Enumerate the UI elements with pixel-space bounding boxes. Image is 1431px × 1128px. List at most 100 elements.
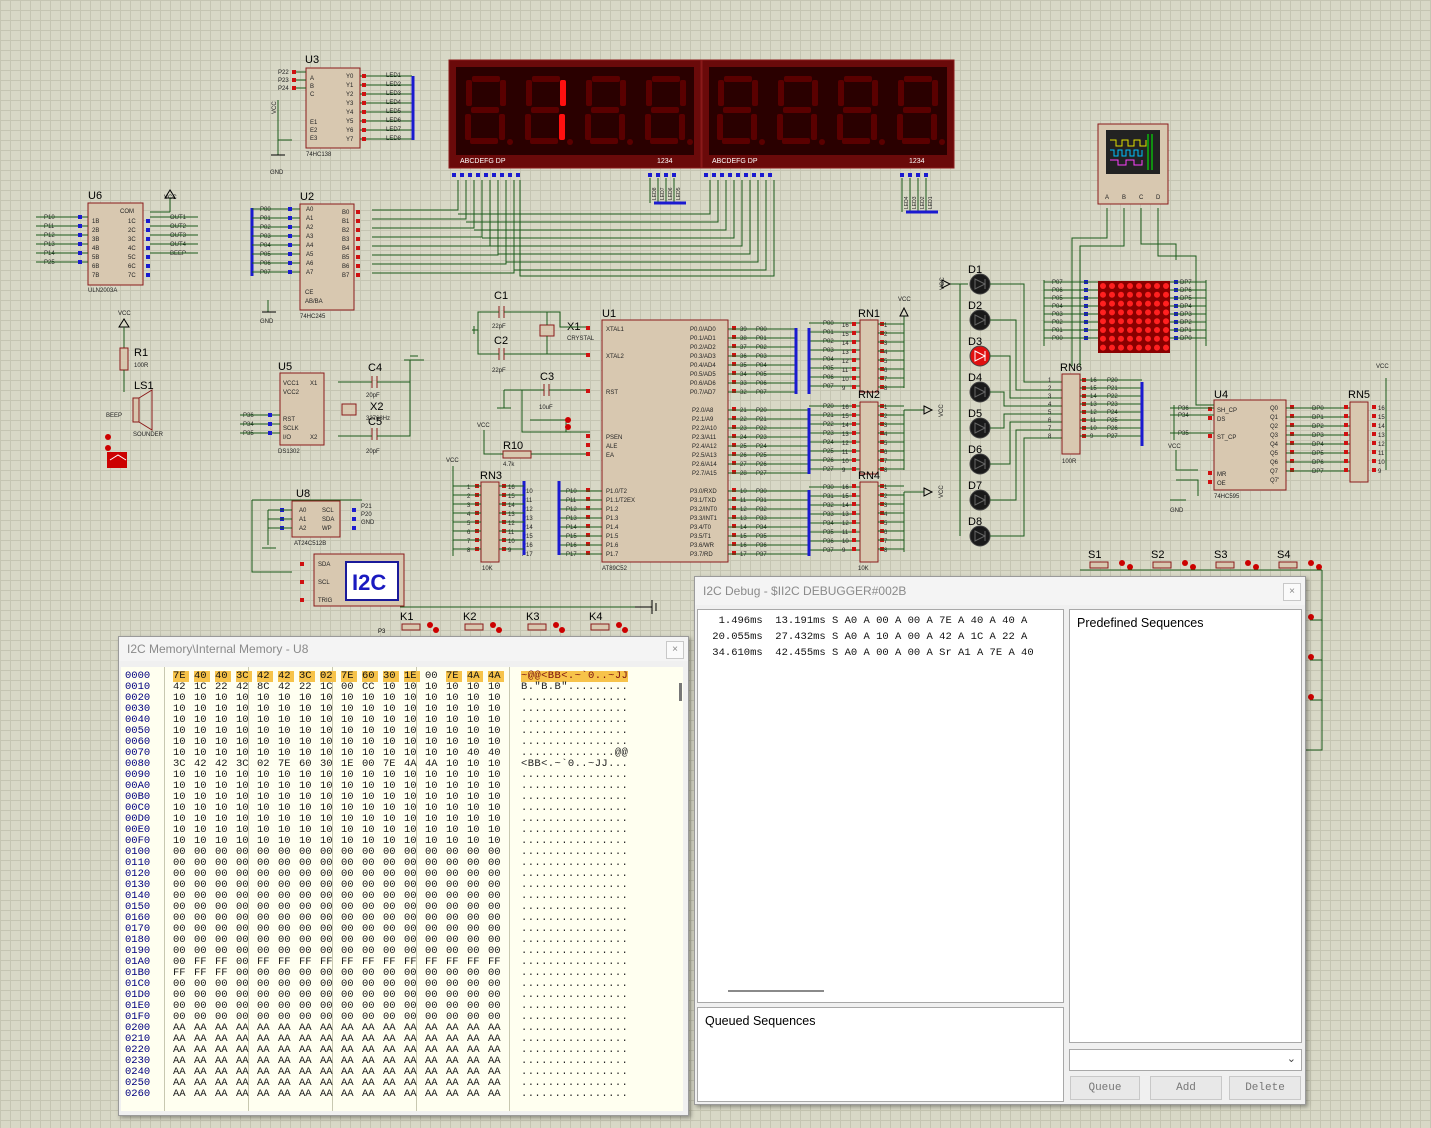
memory-byte[interactable]: AA — [173, 1089, 189, 1100]
switch-k4[interactable]: K4 — [589, 611, 628, 633]
switch-s4[interactable]: S4 — [1277, 549, 1322, 570]
matrix-led — [1118, 300, 1124, 307]
i2c-debug-window[interactable]: I2C Debug - $II2C DEBUGGER#002B × 1.496m… — [694, 576, 1306, 1105]
memory-byte[interactable]: AA — [383, 1089, 399, 1100]
x1-crystal[interactable]: X1 CRYSTAL — [539, 321, 595, 342]
led-d7[interactable]: D7 — [968, 480, 991, 511]
memory-byte[interactable]: AA — [257, 1089, 273, 1100]
memory-byte[interactable]: AA — [320, 1089, 336, 1100]
u4-chip[interactable]: U4 74HC595 SH_CP DS ST_CP MR OE P36P34 P35 Q0 DP… — [1168, 274, 1350, 514]
c1-capacitor[interactable]: C1 22pF — [492, 290, 508, 330]
pin-marker — [492, 173, 496, 177]
led-d2[interactable]: D2 — [968, 300, 991, 331]
memory-byte[interactable]: AA — [299, 1089, 315, 1100]
c4-value: 20pF — [366, 393, 380, 399]
transaction-log-entry[interactable]: 20.055ms 27.432ms S A0 A 10 A 00 A 42 A … — [706, 631, 1027, 643]
rn4-net: P30 — [823, 485, 834, 491]
i2c-memory-window[interactable]: I2C Memory\Internal Memory - U8 × 0000 7E… — [118, 636, 689, 1116]
c3-capacitor[interactable]: C3 10uF — [497, 371, 590, 433]
switch-s2[interactable]: S2 — [1151, 549, 1196, 570]
transaction-log-entry[interactable]: 34.610ms 42.455ms S A0 A 00 A 00 A Sr A1… — [706, 647, 1033, 659]
u1-p2-net: P23 — [756, 435, 767, 441]
led-d3[interactable]: D3 — [968, 336, 991, 367]
c4-capacitor[interactable]: C4 20pF — [366, 362, 382, 399]
memory-hex-view[interactable]: 0000 7E 40 40 3C 42 42 3C 02 7E 60 30 1E 00 7E 4A 4A ~@@<… — [121, 667, 683, 1111]
debug-window-close-button[interactable]: × — [1283, 583, 1301, 601]
display-led-net: LED1 — [928, 196, 934, 209]
x2-crystal[interactable]: X2 32768Hz — [341, 401, 390, 422]
queued-sequences-panel[interactable]: Queued Sequences — [697, 1007, 1064, 1102]
switch-s3[interactable]: S3 — [1214, 549, 1259, 570]
delete-button[interactable]: Delete — [1229, 1076, 1301, 1100]
memory-byte[interactable]: AA — [194, 1089, 210, 1100]
led-matrix[interactable]: P07 P06 P05 P04 P03 P02 P01 P00 DP7 DP6 DP5 DP4 DP3 D… — [1043, 280, 1207, 353]
memory-byte[interactable]: AA — [446, 1089, 462, 1100]
memory-byte[interactable]: AA — [425, 1089, 441, 1100]
led-d6[interactable]: D6 — [968, 444, 991, 475]
c2-value: 22pF — [492, 368, 506, 374]
u1-pin-number: 35 — [740, 363, 747, 369]
seven-segment-display-right[interactable]: ABCDEFG DP 1234 — [701, 59, 955, 169]
pin-marker — [900, 173, 904, 177]
sequence-select[interactable]: ⌄ — [1069, 1049, 1302, 1071]
led-d4[interactable]: D4 — [968, 372, 991, 403]
switch-k2[interactable]: K2 — [463, 611, 502, 633]
i2c-debugger-instrument[interactable]: I2C SDA SCL TRIG — [300, 553, 405, 607]
add-button[interactable]: Add — [1150, 1076, 1222, 1100]
log-hscrollbar-thumb[interactable] — [728, 990, 824, 992]
u3-chip[interactable]: U3 74HC138 P22 P23 P24 ABC E1 E2 E3 Y0 LED1 Y1 LE… — [270, 54, 415, 176]
segment — [903, 107, 931, 113]
memory-byte[interactable]: AA — [362, 1089, 378, 1100]
memory-byte[interactable]: AA — [341, 1089, 357, 1100]
seven-segment-display-left[interactable]: ABCDEFG DP 1234 — [448, 59, 702, 169]
rn6-resistor-network[interactable]: RN6 100R 1 16 P20 2 15 P21 3 14 P22 4 13 P23 5 12 P24 6… — [1048, 362, 1144, 465]
debug-window-titlebar[interactable]: I2C Debug - $II2C DEBUGGER#002B × — [695, 577, 1305, 605]
u5-chip[interactable]: U5 DS1302 VCC1 VCC2 RST SCLK I/O X1 X2 P36 P34 P… — [240, 361, 325, 455]
led-d8[interactable]: D8 — [968, 516, 991, 547]
r10-resistor[interactable]: R10 4.7k VCC — [477, 423, 590, 468]
segment — [871, 114, 877, 140]
rn3-resistor-network[interactable]: RN3 10K 1 162 153 144 135 126 117 108 9 VCC — [446, 458, 524, 572]
rn2-resistor-network[interactable]: RN2 VCC — [858, 389, 945, 475]
memory-byte[interactable]: AA — [278, 1089, 294, 1100]
memory-byte[interactable]: AA — [404, 1089, 420, 1100]
rn4-resistor-network[interactable]: RN4 10K VCC — [858, 470, 945, 572]
u2-net: P02 — [260, 225, 271, 231]
switch-s1[interactable]: S1 — [1088, 549, 1133, 570]
segment — [931, 114, 937, 140]
switch-k3[interactable]: K3 — [526, 611, 565, 633]
pin-marker — [586, 353, 590, 357]
memory-byte[interactable]: AA — [488, 1089, 504, 1100]
switch-terminal — [490, 622, 496, 628]
u2-chip[interactable]: U2 74HC245 CE AB/BA P00 A0 P01 A1 P02 A2 P03 A3… — [250, 191, 360, 325]
rn-pin-number: 13 — [842, 512, 849, 518]
led-d5[interactable]: D5 — [968, 408, 991, 439]
memory-window-titlebar[interactable]: I2C Memory\Internal Memory - U8 × — [119, 637, 688, 661]
transaction-log-panel[interactable]: 1.496ms 13.191ms S A0 A 00 A 00 A 7E A 4… — [697, 609, 1064, 1003]
memory-byte[interactable]: AA — [236, 1089, 252, 1100]
switch-terminal — [496, 627, 502, 633]
led-d1[interactable]: D1 — [968, 264, 991, 295]
rn5-resistor-network[interactable]: RN5 VCC 16 15 14 13 12 11 10 9 — [1344, 364, 1389, 483]
ls1-sounder[interactable]: LS1 BEEP SOUNDER — [105, 380, 164, 468]
memory-window-close-button[interactable]: × — [666, 641, 684, 659]
matrix-led — [1118, 318, 1124, 325]
matrix-led — [1109, 283, 1115, 289]
memory-byte[interactable]: AA — [215, 1089, 231, 1100]
memory-ascii[interactable]: ................ — [521, 1089, 628, 1100]
pin-marker — [288, 261, 292, 265]
queue-button[interactable]: Queue — [1070, 1076, 1140, 1100]
pin-marker — [1344, 468, 1348, 472]
switch-body — [527, 623, 547, 631]
predefined-sequences-panel[interactable]: Predefined Sequences — [1069, 609, 1302, 1043]
u6-chip[interactable]: U6 ULN2003A COM VCC P10P11P12P13P14P251B… — [36, 189, 198, 294]
memory-scrollbar-thumb[interactable] — [679, 683, 682, 701]
debug-window-title: I2C Debug - $II2C DEBUGGER#002B — [703, 584, 907, 598]
transaction-log-entry[interactable]: 1.496ms 13.191ms S A0 A 00 A 00 A 7E A 4… — [706, 615, 1028, 627]
memory-byte[interactable]: AA — [467, 1089, 483, 1100]
display-led-net: LED8 — [652, 187, 658, 200]
switch-k1[interactable]: K1 — [400, 611, 439, 633]
u6-net: P14 — [44, 251, 55, 257]
pin-marker — [362, 74, 366, 78]
matrix-led — [1118, 283, 1124, 289]
